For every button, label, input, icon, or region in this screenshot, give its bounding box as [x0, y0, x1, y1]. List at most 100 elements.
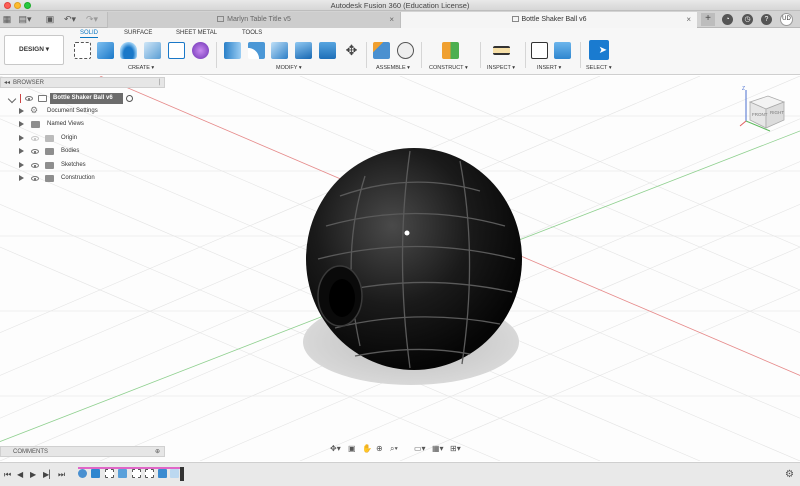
fillet-icon[interactable] [248, 42, 265, 59]
joint-icon[interactable] [397, 42, 414, 59]
tree-item-named-views[interactable]: Named Views [0, 119, 165, 130]
select-arrow-icon[interactable]: ➤ [589, 40, 609, 60]
pin-icon[interactable]: ⏐ [158, 78, 161, 88]
undo-icon[interactable]: ↶▾ [62, 13, 78, 26]
go-to-end-icon[interactable]: ⏭ [58, 470, 65, 480]
visibility-eye-icon[interactable] [31, 149, 39, 154]
play-icon[interactable]: ▶ [30, 470, 36, 479]
chamfer-icon[interactable] [271, 42, 288, 59]
zoom-window-icon[interactable]: ⌕▾ [390, 444, 398, 454]
expand-arrow-icon[interactable] [19, 108, 24, 114]
step-forward-icon[interactable]: ▶▏ [43, 470, 55, 479]
pattern-icon[interactable] [168, 42, 185, 59]
expand-arrow-icon[interactable] [19, 162, 24, 168]
tab-solid[interactable]: SOLID [80, 30, 99, 38]
avatar[interactable]: UD [780, 13, 793, 26]
press-pull-icon[interactable] [224, 42, 241, 59]
tab-sheet-metal[interactable]: SHEET METAL [176, 30, 217, 36]
assemble-group-label[interactable]: ASSEMBLE ▾ [376, 65, 410, 71]
hole-icon[interactable] [144, 42, 161, 59]
tab-bottle-shaker-ball[interactable]: Bottle Shaker Ball v6 × [400, 12, 697, 28]
construct-group-label[interactable]: CONSTRUCT ▾ [429, 65, 468, 71]
expand-arrow-icon[interactable] [19, 135, 24, 141]
visibility-eye-icon[interactable] [31, 176, 39, 181]
maximize-window-button[interactable] [24, 2, 31, 9]
go-to-start-icon[interactable]: ⏮ [4, 470, 11, 480]
insert-canvas-icon[interactable] [554, 42, 571, 59]
close-window-button[interactable] [4, 2, 11, 9]
tree-item-document-settings[interactable]: ⚙ Document Settings [0, 105, 165, 117]
new-tab-button[interactable]: + [701, 13, 715, 26]
expand-arrow-icon[interactable] [19, 175, 24, 181]
form-icon[interactable] [192, 42, 209, 59]
timeline-sketch-icon[interactable] [145, 469, 154, 478]
close-tab-icon[interactable]: × [389, 12, 394, 28]
extrude-icon[interactable] [97, 42, 114, 59]
revolve-icon[interactable] [120, 42, 137, 59]
combine-icon[interactable] [319, 42, 336, 59]
workspace-switcher[interactable]: DESIGN ▾ [4, 35, 64, 65]
tab-tools[interactable]: TOOLS [242, 30, 262, 36]
shaker-ball-model[interactable] [306, 148, 522, 370]
visibility-eye-icon[interactable] [25, 96, 33, 101]
select-group-label[interactable]: SELECT ▾ [586, 65, 612, 71]
visibility-eye-icon[interactable] [31, 163, 39, 168]
grid-menu-icon[interactable]: ▦ [2, 13, 12, 26]
save-icon[interactable]: ▣ [45, 13, 55, 26]
redo-icon[interactable]: ↷▾ [84, 13, 100, 26]
timeline-sketch-icon[interactable] [132, 469, 141, 478]
create-sketch-icon[interactable] [74, 42, 91, 59]
timeline-sketch-icon[interactable] [105, 469, 114, 478]
viewports-icon[interactable]: ⊞▾ [450, 444, 461, 453]
timeline-feature-icon[interactable] [91, 469, 100, 478]
timeline-feature-icon[interactable] [158, 469, 167, 478]
timeline-feature-icon[interactable] [170, 469, 179, 478]
add-comment-icon[interactable]: ⊕ [155, 447, 160, 457]
minimize-window-button[interactable] [14, 2, 21, 9]
new-component-icon[interactable] [373, 42, 390, 59]
expand-arrow-icon[interactable] [19, 121, 24, 127]
tree-item-bodies[interactable]: Bodies [0, 146, 165, 157]
tab-surface[interactable]: SURFACE [124, 30, 152, 36]
file-menu-icon[interactable]: ▤▾ [17, 13, 33, 26]
modify-group-label[interactable]: MODIFY ▾ [276, 65, 302, 71]
browser-panel-header[interactable]: ◂◂ BROWSER ⏐ [0, 77, 165, 88]
insert-group-label[interactable]: INSERT ▾ [537, 65, 561, 71]
grid-settings-icon[interactable]: ▦▾ [432, 444, 444, 453]
pan-icon[interactable]: ✋ [362, 444, 372, 453]
job-status-icon[interactable]: ◔ [722, 14, 733, 25]
insert-derive-icon[interactable] [531, 42, 548, 59]
expand-arrow-icon[interactable] [19, 148, 24, 154]
tree-item-sketches[interactable]: Sketches [0, 160, 165, 171]
visibility-eye-icon[interactable] [31, 136, 39, 141]
step-back-icon[interactable]: ◀ [17, 470, 23, 479]
tree-item-origin[interactable]: Origin [0, 133, 165, 144]
timeline-settings-gear-icon[interactable]: ⚙ [785, 469, 794, 480]
inspect-group-label[interactable]: INSPECT ▾ [487, 65, 515, 71]
display-settings-icon[interactable]: ▭▾ [414, 444, 426, 453]
activate-radio-icon[interactable] [126, 95, 133, 102]
timeline-feature-icon[interactable] [118, 469, 127, 478]
notifications-icon[interactable]: ◷ [742, 14, 753, 25]
tree-item-construction[interactable]: Construction [0, 173, 165, 184]
viewcube[interactable]: Z FRONT RIGHT [738, 86, 792, 136]
collapse-arrow-icon[interactable] [7, 94, 17, 104]
orbit-icon[interactable]: ✥▾ [330, 444, 341, 453]
tree-root-row[interactable]: Bottle Shaker Ball v6 [0, 93, 165, 104]
measure-icon[interactable] [493, 46, 510, 55]
shell-icon[interactable] [295, 42, 312, 59]
timeline-feature-icon[interactable] [78, 469, 87, 478]
close-tab-icon[interactable]: × [686, 12, 691, 28]
look-at-icon[interactable]: ▣ [348, 444, 356, 453]
tab-marlyn-table[interactable]: Marlyn Table Title v5 × [107, 12, 400, 28]
move-icon[interactable]: ✥ [343, 42, 360, 59]
help-icon[interactable]: ? [761, 14, 772, 25]
create-group-label[interactable]: CREATE ▾ [128, 65, 154, 71]
collapse-browser-icon[interactable]: ◂◂ [4, 78, 10, 88]
offset-plane-icon[interactable] [442, 42, 459, 59]
zoom-icon[interactable]: ⊕ [376, 444, 383, 453]
timeline-marker[interactable] [180, 467, 184, 481]
viewcube-front-label[interactable]: FRONT [752, 112, 768, 117]
comments-panel-header[interactable]: COMMENTS ⊕ [0, 446, 165, 457]
viewcube-right-label[interactable]: RIGHT [770, 110, 784, 115]
